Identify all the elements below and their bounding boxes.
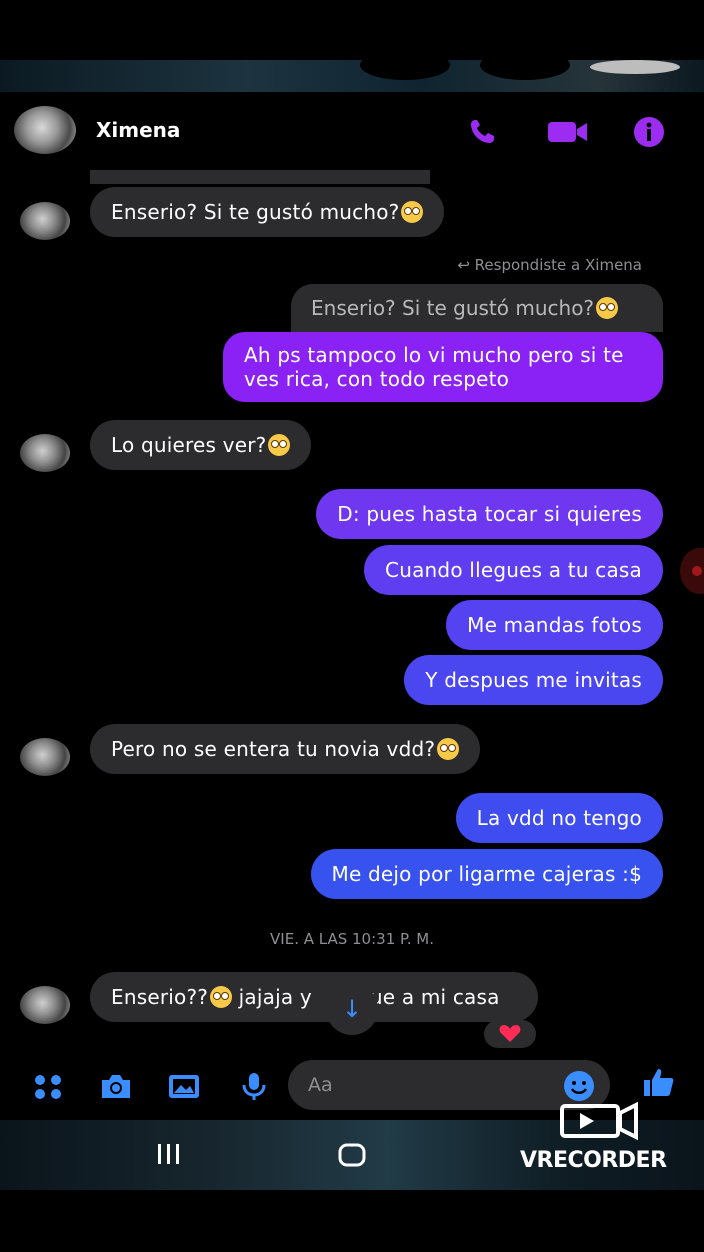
contact-avatar[interactable] — [14, 106, 76, 154]
message-text: Me mandas fotos — [467, 613, 642, 637]
recorder-logo-icon — [560, 1101, 638, 1141]
incoming-message[interactable]: Lo quieres ver? — [90, 420, 312, 470]
reply-arrow-icon: ↩ — [457, 256, 475, 274]
outgoing-message[interactable]: Me mandas fotos — [446, 600, 663, 650]
apps-icon[interactable] — [30, 1070, 66, 1102]
heart-reaction[interactable] — [484, 1020, 536, 1048]
cut-off-bubble — [90, 170, 430, 184]
scroll-to-bottom-button[interactable]: ↓ — [326, 983, 378, 1035]
arrow-down-icon: ↓ — [341, 995, 363, 1023]
flushed-emoji-icon — [596, 297, 619, 319]
recent-apps-icon[interactable] — [154, 1142, 184, 1168]
outgoing-message[interactable]: Ah ps tampoco lo vi mucho pero si te ves… — [223, 332, 663, 402]
message-text: Cuando llegues a tu casa — [385, 558, 642, 582]
incoming-message[interactable]: Enserio? Si te gustó mucho? — [90, 187, 445, 237]
sender-avatar — [20, 434, 70, 472]
video-camera-icon[interactable] — [546, 116, 590, 148]
reply-label: ↩ Respondiste a Ximena — [457, 256, 642, 274]
sender-avatar — [20, 738, 70, 776]
flushed-emoji-icon — [437, 738, 460, 760]
outgoing-message[interactable]: La vdd no tengo — [455, 793, 663, 843]
wallpaper-shape — [360, 50, 450, 80]
sender-avatar — [20, 202, 70, 240]
message-text: Enserio? Si te gustó mucho? — [111, 200, 400, 224]
incoming-message[interactable]: Enserio?? jajaja y ue a mi casa — [90, 972, 538, 1022]
camera-icon[interactable] — [98, 1070, 134, 1102]
flushed-emoji-icon — [210, 986, 233, 1008]
quoted-text: Enserio? Si te gustó mucho? — [311, 296, 595, 320]
sender-avatar — [20, 986, 70, 1024]
flushed-emoji-icon — [268, 434, 291, 456]
gallery-icon[interactable] — [166, 1070, 202, 1102]
quoted-message[interactable]: Enserio? Si te gustó mucho? — [291, 284, 663, 332]
home-icon[interactable] — [336, 1142, 368, 1170]
emoji-icon[interactable] — [562, 1070, 596, 1102]
timestamp: VIE. A LAS 10:31 P. M. — [270, 930, 434, 948]
message-text: D: pues hasta tocar si quieres — [337, 502, 642, 526]
message-text: Y despues me invitas — [425, 668, 642, 692]
v-logo-icon: V — [520, 1148, 537, 1173]
heart-icon — [499, 1025, 521, 1042]
phone-icon[interactable] — [466, 116, 502, 148]
contact-name[interactable]: Ximena — [96, 118, 180, 142]
message-text: Enserio?? — [111, 985, 209, 1009]
info-icon[interactable] — [632, 116, 668, 148]
message-text: Lo quieres ver? — [111, 433, 267, 457]
flushed-emoji-icon — [401, 201, 424, 223]
wallpaper-strip — [0, 50, 704, 92]
wallpaper-shape — [590, 60, 680, 74]
recorder-watermark: VRECORDER — [520, 1148, 667, 1173]
message-text: ves rica, con todo respeto — [244, 367, 510, 391]
message-text: Pero no se entera tu novia vdd? — [111, 737, 436, 761]
outgoing-message[interactable]: Y despues me invitas — [404, 655, 663, 705]
message-text: jajaja y — [232, 985, 312, 1009]
message-text: Ah ps tampoco lo vi mucho pero si te — [244, 343, 624, 367]
microphone-icon[interactable] — [236, 1070, 272, 1102]
incoming-message[interactable]: Pero no se entera tu novia vdd? — [90, 724, 481, 774]
like-icon[interactable] — [640, 1066, 676, 1098]
message-text: ue a mi casa — [369, 985, 500, 1009]
message-text: La vdd no tengo — [476, 806, 642, 830]
outgoing-message[interactable]: D: pues hasta tocar si quieres — [316, 489, 663, 539]
chat-header: Ximena — [0, 92, 704, 170]
input-placeholder: Aa — [308, 1074, 333, 1096]
outgoing-message[interactable]: Cuando llegues a tu casa — [364, 545, 663, 595]
wallpaper-shape — [480, 50, 570, 80]
outgoing-message[interactable]: Me dejo por ligarme cajeras :$ — [310, 849, 663, 899]
messenger-screen: Ximena Enserio? Si te gustó mucho? ↩ Res… — [0, 92, 704, 1120]
message-text: Me dejo por ligarme cajeras :$ — [331, 862, 642, 886]
